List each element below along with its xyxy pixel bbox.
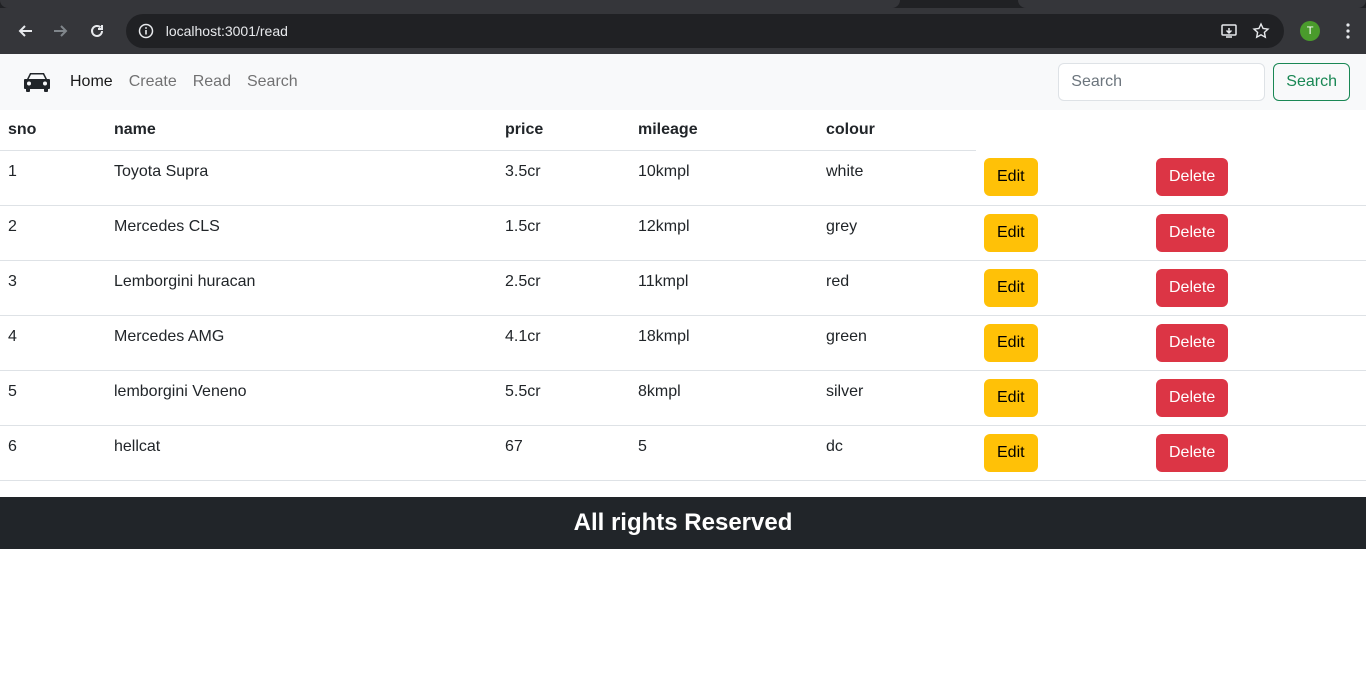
cell-name: Mercedes CLS (106, 205, 497, 261)
install-app-icon[interactable] (1218, 20, 1240, 42)
cell-sno: 5 (0, 370, 106, 426)
cell-name: Mercedes AMG (106, 315, 497, 371)
column-header-mileage: mileage (630, 110, 818, 151)
back-arrow-icon (18, 25, 32, 37)
reload-icon (90, 24, 103, 37)
delete-button[interactable]: Delete (1156, 158, 1229, 196)
browser-tab[interactable] (1018, 0, 1366, 8)
nav-link-search[interactable]: Search (247, 73, 298, 91)
cell-sno: 3 (0, 260, 106, 316)
table-row: 4 Mercedes AMG 4.1cr 18kmpl green Edit Delete (0, 315, 1366, 371)
cell-mileage: 8kmpl (630, 370, 818, 426)
table-row: 5 lemborgini Veneno 5.5cr 8kmpl silver Edit De… (0, 370, 1366, 426)
app-navbar: Home Create Read Search Search (0, 54, 1366, 110)
reload-button[interactable] (82, 16, 112, 46)
cell-colour: dc (818, 425, 976, 481)
cell-price: 67 (497, 425, 630, 481)
cell-colour: green (818, 315, 976, 371)
cell-colour: silver (818, 370, 976, 426)
cell-colour: red (818, 260, 976, 316)
search-input[interactable] (1058, 63, 1266, 101)
cell-mileage: 12kmpl (630, 205, 818, 261)
nav-link-create[interactable]: Create (129, 73, 177, 91)
page-footer: All rights Reserved (0, 496, 1366, 549)
column-header-colour: colour (818, 110, 976, 151)
edit-button[interactable]: Edit (984, 378, 1038, 417)
cell-mileage: 18kmpl (630, 315, 818, 371)
table-body: 1 Toyota Supra 3.5cr 10kmpl white Edit Delete 2… (0, 150, 1366, 481)
table-header: sno name price mileage colour (0, 110, 1366, 151)
delete-button[interactable]: Delete (1156, 323, 1229, 362)
cell-colour: white (818, 150, 976, 206)
back-button[interactable] (10, 16, 40, 46)
delete-button[interactable]: Delete (1156, 378, 1229, 417)
cell-mileage: 10kmpl (630, 150, 818, 206)
cars-table: sno name price mileage colour 1 Toyota Su… (0, 110, 1366, 481)
delete-button[interactable]: Delete (1156, 433, 1229, 472)
site-info-icon[interactable] (138, 22, 156, 40)
browser-tab[interactable] (0, 0, 900, 8)
column-header-sno: sno (0, 110, 106, 151)
car-icon[interactable] (22, 70, 52, 94)
cell-price: 5.5cr (497, 370, 630, 426)
edit-button[interactable]: Edit (984, 213, 1038, 252)
edit-button[interactable]: Edit (984, 268, 1038, 307)
column-header-price: price (497, 110, 630, 151)
search-button[interactable]: Search (1273, 63, 1350, 101)
footer-text: All rights Reserved (573, 508, 793, 536)
cell-sno: 6 (0, 425, 106, 481)
profile-avatar[interactable]: T (1300, 21, 1321, 41)
edit-button[interactable]: Edit (984, 433, 1038, 472)
table-row: 2 Mercedes CLS 1.5cr 12kmpl grey Edit Delete (0, 205, 1366, 261)
nav-link-read[interactable]: Read (193, 73, 231, 91)
browser-menu-icon[interactable] (1340, 23, 1356, 39)
browser-toolbar: localhost:3001/read T (0, 8, 1366, 54)
table-row: 1 Toyota Supra 3.5cr 10kmpl white Edit Delete (0, 150, 1366, 206)
forward-arrow-icon (53, 25, 68, 37)
cell-name: Toyota Supra (106, 150, 497, 206)
bookmark-star-icon[interactable] (1250, 20, 1272, 42)
edit-button[interactable]: Edit (984, 323, 1038, 362)
cell-sno: 2 (0, 205, 106, 261)
nav-link-home[interactable]: Home (70, 73, 113, 91)
address-bar[interactable]: localhost:3001/read (125, 14, 1285, 48)
cell-sno: 1 (0, 150, 106, 206)
forward-button[interactable] (46, 16, 76, 46)
cell-price: 3.5cr (497, 150, 630, 206)
cell-price: 2.5cr (497, 260, 630, 316)
table-row: 6 hellcat 67 5 dc Edit Delete (0, 425, 1366, 481)
column-header-name: name (106, 110, 497, 151)
delete-button[interactable]: Delete (1156, 268, 1229, 307)
cell-sno: 4 (0, 315, 106, 371)
cell-mileage: 5 (630, 425, 818, 481)
edit-button[interactable]: Edit (984, 158, 1038, 196)
cell-price: 4.1cr (497, 315, 630, 371)
delete-button[interactable]: Delete (1156, 213, 1229, 252)
cell-price: 1.5cr (497, 205, 630, 261)
cell-name: Lemborgini huracan (106, 260, 497, 316)
browser-tab-strip (0, 0, 1366, 8)
url-text[interactable]: localhost:3001/read (166, 23, 288, 39)
cell-colour: grey (818, 205, 976, 261)
cell-mileage: 11kmpl (630, 260, 818, 316)
cell-name: hellcat (106, 425, 497, 481)
table-row: 3 Lemborgini huracan 2.5cr 11kmpl red Edit Del… (0, 260, 1366, 316)
cell-name: lemborgini Veneno (106, 370, 497, 426)
